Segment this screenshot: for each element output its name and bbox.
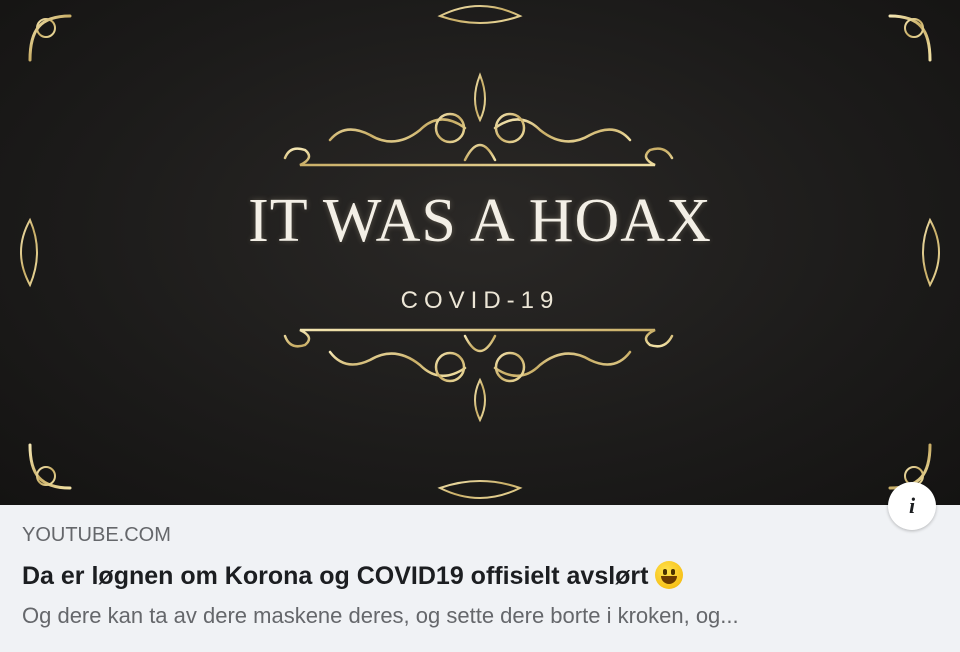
link-meta[interactable]: YOUTUBE.COM Da er løgnen om Korona og CO… xyxy=(22,522,922,630)
link-domain: YOUTUBE.COM xyxy=(22,524,171,546)
grinning-face-emoji-icon xyxy=(654,561,683,589)
link-title-row[interactable]: Da er løgnen om Korona og COVID19 offisi… xyxy=(22,560,922,592)
link-preview-card[interactable]: IT WAS A HOAX COVID-19 i YOUTUBE.COM Da … xyxy=(0,0,960,652)
thumbnail-headline: IT WAS A HOAX xyxy=(248,187,712,255)
link-description: Og dere kan ta av dere maskene deres, og… xyxy=(22,603,739,628)
info-icon: i xyxy=(908,493,916,518)
link-title: Da er løgnen om Korona og COVID19 offisi… xyxy=(22,562,649,590)
video-thumbnail[interactable]: IT WAS A HOAX COVID-19 xyxy=(0,0,960,505)
thumbnail-subheadline: COVID-19 xyxy=(400,287,560,314)
